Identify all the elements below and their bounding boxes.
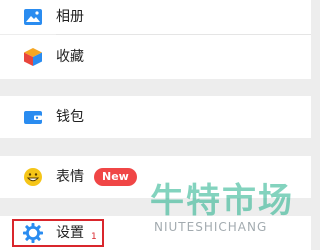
me-page-menu: 相册 收藏 钱包 表情 New 设置 1 牛特市场 NIUTESHICHANG [0,0,311,250]
menu-item-wallet[interactable]: 钱包 [0,96,311,138]
menu-item-label: 收藏 [56,49,84,65]
menu-item-label: 钱包 [56,109,84,125]
cube-icon [22,46,44,68]
wallet-icon [22,106,44,128]
image-icon [22,6,44,28]
smiley-icon [22,166,44,188]
new-badge: New [94,168,137,186]
step-number: 1 [91,232,97,242]
menu-item-label: 表情 [56,169,84,185]
menu-item-favorites[interactable]: 收藏 [0,35,311,79]
menu-item-album[interactable]: 相册 [0,0,311,34]
menu-item-label: 相册 [56,9,84,25]
menu-item-stickers[interactable]: 表情 New [0,156,311,198]
